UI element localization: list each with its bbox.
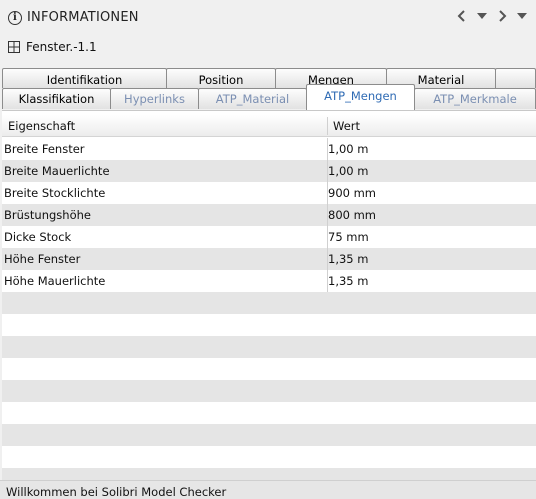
prev-icon[interactable] [454,8,470,24]
property-name: Höhe Mauerlichte [4,274,106,288]
empty-row [2,446,536,468]
panel-title-text: INFORMATIONEN [27,10,139,25]
empty-row [2,380,536,402]
tab-identifikation[interactable]: Identifikation [2,68,167,88]
column-header-eigenschaft[interactable]: Eigenschaft [8,119,75,133]
property-value: 900 mm [328,186,377,200]
property-value: 1,35 m [328,252,369,266]
tab-klassifikation[interactable]: Klassifikation [2,88,111,109]
property-value: 1,00 m [328,164,369,178]
window-icon [8,41,20,53]
property-value: 1,00 m [328,142,369,156]
tab-atp-mengen[interactable]: ATP_Mengen [306,84,415,110]
table-row[interactable]: Breite Mauerlichte 1,00 m [2,160,536,182]
tab-atp-material[interactable]: ATP_Material [198,88,307,109]
empty-row [2,292,536,314]
property-name: Breite Mauerlichte [4,164,110,178]
table-row[interactable]: Breite Fenster 1,00 m [2,138,536,160]
object-name: Fenster.-1.1 [26,40,97,54]
property-name: Brüstungshöhe [4,208,91,222]
properties-table: Eigenschaft Wert Breite Fenster 1,00 m B… [2,110,536,490]
status-bar: Willkommen bei Solibri Model Checker [0,480,536,499]
table-row[interactable]: Brüstungshöhe 800 mm [2,204,536,226]
tab-atp-merkmale[interactable]: ATP_Merkmale [414,88,536,109]
tab-hyperlinks[interactable]: Hyperlinks [110,88,199,109]
selected-object: Fenster.-1.1 [8,40,97,54]
empty-row [2,402,536,424]
table-row[interactable]: Breite Stocklichte 900 mm [2,182,536,204]
table-row[interactable]: Höhe Mauerlichte 1,35 m [2,270,536,292]
table-row[interactable]: Dicke Stock 75 mm [2,226,536,248]
column-header-wert[interactable]: Wert [333,119,360,133]
info-icon: i [8,10,22,25]
property-name: Breite Fenster [4,142,85,156]
status-text: Willkommen bei Solibri Model Checker [6,485,227,499]
property-value: 75 mm [328,230,369,244]
panel-title: i INFORMATIONEN [8,10,139,25]
menu-icon[interactable] [514,8,530,24]
tab-more[interactable] [495,68,536,88]
table-row[interactable]: Höhe Fenster 1,35 m [2,248,536,270]
property-value: 800 mm [328,208,377,222]
property-name: Breite Stocklichte [4,186,106,200]
table-header: Eigenschaft Wert [2,115,536,137]
tab-bar: Identifikation Position Mengen Material … [0,66,536,110]
dropdown-icon[interactable] [474,8,490,24]
column-divider[interactable] [327,117,328,135]
empty-row [2,424,536,446]
empty-row [2,314,536,336]
property-value: 1,35 m [328,274,369,288]
property-name: Höhe Fenster [4,252,81,266]
panel-nav [454,8,530,24]
panel-header: i INFORMATIONEN [0,0,536,34]
next-icon[interactable] [494,8,510,24]
empty-row [2,336,536,358]
tab-position[interactable]: Position [166,68,276,88]
property-name: Dicke Stock [4,230,72,244]
table-body: Breite Fenster 1,00 m Breite Mauerlichte… [2,138,536,490]
empty-row [2,358,536,380]
